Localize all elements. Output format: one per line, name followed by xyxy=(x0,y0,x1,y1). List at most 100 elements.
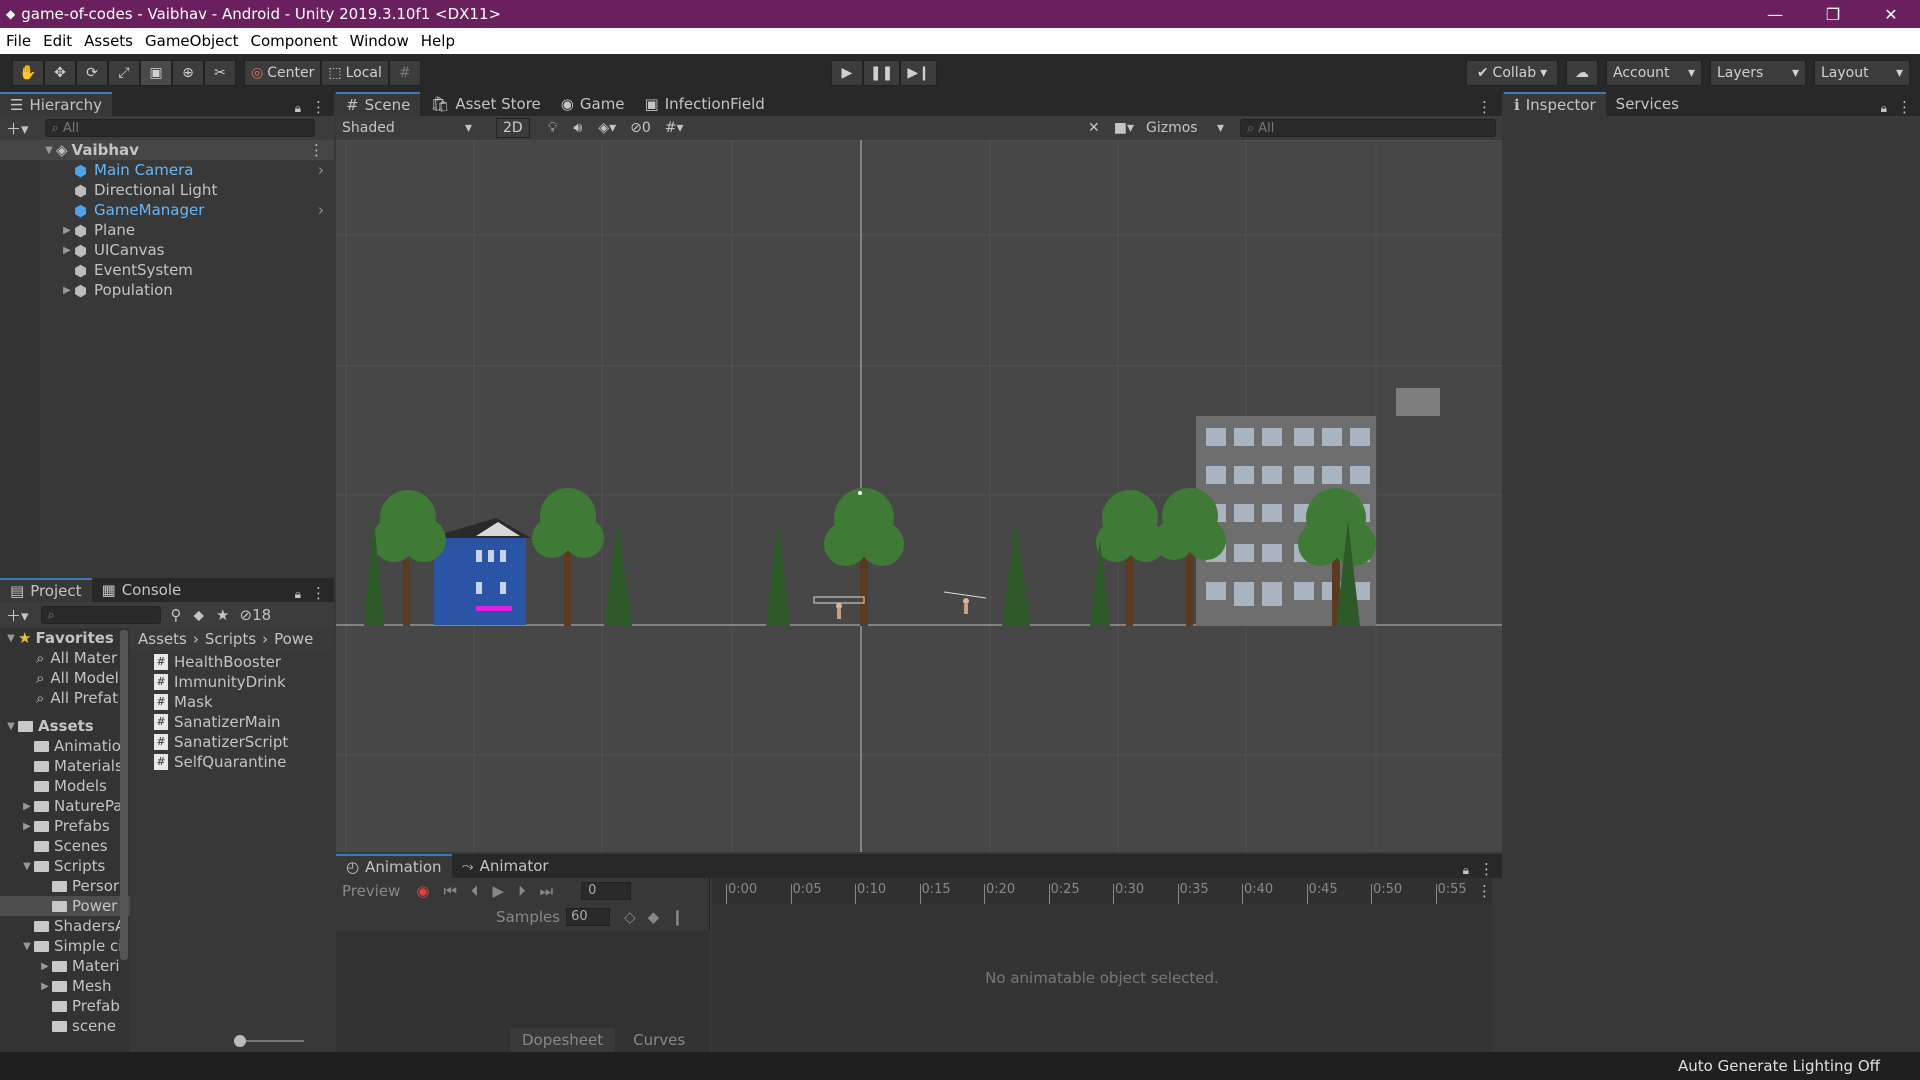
folder-item[interactable]: ▶ Mesh xyxy=(0,976,130,996)
tab-asset-store[interactable]: 🛍︎ Asset Store xyxy=(420,92,550,116)
gizmos-dropdown[interactable]: Gizmos ▾ xyxy=(1146,120,1230,136)
scene-search-input[interactable]: ⌕ All xyxy=(1240,119,1496,137)
folder-item[interactable]: ▼ Simple ci xyxy=(0,936,130,956)
close-button[interactable]: ✕ xyxy=(1862,0,1920,28)
folder-item[interactable]: ▶ NaturePa xyxy=(0,796,130,816)
preview-button[interactable]: Preview xyxy=(342,882,400,900)
favorite-item[interactable]: ⌕ All Mater xyxy=(0,648,130,668)
tools-icon[interactable]: ✕ xyxy=(1088,120,1100,136)
folder-item[interactable]: Materials xyxy=(0,756,130,776)
script-file-item[interactable]: # HealthBooster xyxy=(130,652,334,672)
scene-root[interactable]: ▼ ◈ Vaibhav ⋮ xyxy=(0,140,334,160)
scene-menu-icon[interactable]: ⋮ xyxy=(309,141,324,159)
create-add-icon[interactable]: ＋▾ xyxy=(6,118,29,139)
panel-menu-icon[interactable]: ⋮ xyxy=(311,584,326,602)
favorite-star-icon[interactable]: ★ xyxy=(216,606,229,624)
hierarchy-item[interactable]: ⬢ Main Camera › xyxy=(0,160,334,180)
zoom-slider-thumb[interactable] xyxy=(234,1035,246,1047)
tab-console[interactable]: ▦ Console xyxy=(92,578,192,602)
folder-scrollbar[interactable] xyxy=(120,630,128,960)
folder-item[interactable]: ▼ Scripts xyxy=(0,856,130,876)
shading-mode-dropdown[interactable]: Shaded ▾ xyxy=(336,120,480,136)
script-file-item[interactable]: # ImmunityDrink xyxy=(130,672,334,692)
folder-item[interactable]: Persor xyxy=(0,876,130,896)
expand-arrow-icon[interactable]: ▶ xyxy=(60,225,74,236)
hierarchy-search-input[interactable]: ⌕ All xyxy=(44,119,315,137)
hierarchy-item[interactable]: ▶ ⬢ UICanvas xyxy=(0,240,334,260)
collab-button[interactable]: ✔ Collab ▾ xyxy=(1466,60,1558,86)
samples-input[interactable]: 60 xyxy=(566,908,611,926)
pivot-local-button[interactable]: ⬚ Local xyxy=(321,60,389,86)
chevron-right-icon[interactable]: › xyxy=(318,201,324,219)
toggle-2d-button[interactable]: 2D xyxy=(496,118,530,138)
play-anim-icon[interactable]: ▶ xyxy=(493,882,505,900)
menu-edit[interactable]: Edit xyxy=(37,32,78,50)
lighting-status[interactable]: Auto Generate Lighting Off xyxy=(1678,1057,1880,1075)
breadcrumb-power[interactable]: Powe xyxy=(274,630,313,648)
script-file-item[interactable]: # SelfQuarantine xyxy=(130,752,334,772)
panel-menu-icon[interactable]: ⋮ xyxy=(1477,98,1492,116)
next-key-icon[interactable]: ⏵ xyxy=(518,882,526,900)
project-search-input[interactable]: ⌕ xyxy=(40,606,161,624)
tab-hierarchy[interactable]: ☰ Hierarchy xyxy=(0,92,112,116)
transform-tool-icon[interactable]: ⊕ xyxy=(172,60,204,86)
folder-item[interactable]: Prefab xyxy=(0,996,130,1016)
hierarchy-item[interactable]: ▶ ⬢ Plane xyxy=(0,220,334,240)
script-file-item[interactable]: # SanatizerMain xyxy=(130,712,334,732)
tab-inspector[interactable]: ℹ Inspector xyxy=(1504,92,1606,116)
keyframe-icon[interactable]: ◇ xyxy=(624,908,636,926)
expand-arrow-icon[interactable]: ▶ xyxy=(20,801,34,812)
expand-arrow-icon[interactable]: ▼ xyxy=(20,861,34,872)
layout-dropdown[interactable]: Layout ▾ xyxy=(1814,60,1910,86)
folder-item[interactable]: ShadersA xyxy=(0,916,130,936)
favorite-item[interactable]: ⌕ All Model xyxy=(0,668,130,688)
tab-animation[interactable]: ◴ Animation xyxy=(336,854,452,878)
hierarchy-item[interactable]: ▶ ⬢ Population xyxy=(0,280,334,300)
hand-tool-icon[interactable]: ✋ xyxy=(12,60,44,86)
lighting-icon[interactable]: 💡︎ xyxy=(548,120,558,136)
account-dropdown[interactable]: Account ▾ xyxy=(1606,60,1702,86)
rotate-tool-icon[interactable]: ⟳ xyxy=(76,60,108,86)
tab-infection-field[interactable]: ▣ InfectionField xyxy=(635,92,775,116)
tab-project[interactable]: ▤ Project xyxy=(0,578,92,602)
timeline-ruler[interactable]: 0:00 0:05 0:10 0:15 0:20 0:25 0:30 0:35 0:40 0:45… xyxy=(712,878,1492,904)
hidden-packages-icon[interactable]: ⊘18 xyxy=(240,606,272,624)
camera-icon[interactable]: ■▾ xyxy=(1114,120,1134,136)
menu-assets[interactable]: Assets xyxy=(78,32,139,50)
frame-input[interactable]: 0 xyxy=(581,882,632,900)
scale-tool-icon[interactable]: ⤢ xyxy=(108,60,140,86)
favorites-header[interactable]: ▼ ★ Favorites xyxy=(0,628,130,648)
timeline-menu-icon[interactable]: ⋮ xyxy=(1477,882,1492,900)
folder-item[interactable]: Animatioi xyxy=(0,736,130,756)
custom-tool-icon[interactable]: ✂ xyxy=(204,60,236,86)
tab-services[interactable]: Services xyxy=(1606,92,1689,116)
audio-icon[interactable]: 🔊︎ xyxy=(574,120,583,136)
create-add-icon[interactable]: ＋▾ xyxy=(6,605,29,626)
lock-icon[interactable]: 🔒︎ xyxy=(295,587,301,602)
lock-icon[interactable]: 🔒︎ xyxy=(1881,101,1887,116)
add-event-icon[interactable]: ❙ xyxy=(671,908,684,926)
record-icon[interactable]: ◉ xyxy=(416,882,429,900)
folder-item[interactable]: scene xyxy=(0,1016,130,1036)
pause-button[interactable]: ❚❚ xyxy=(862,60,901,86)
hierarchy-item[interactable]: ⬢ EventSystem xyxy=(0,260,334,280)
minimize-button[interactable]: — xyxy=(1746,0,1804,28)
script-file-item[interactable]: # SanatizerScript xyxy=(130,732,334,752)
lock-icon[interactable]: 🔒︎ xyxy=(295,101,301,116)
breadcrumb-assets[interactable]: Assets xyxy=(138,630,187,648)
hidden-objects-icon[interactable]: ⊘0 xyxy=(630,120,651,136)
panel-menu-icon[interactable]: ⋮ xyxy=(1897,98,1912,116)
play-button[interactable]: ▶ xyxy=(830,60,863,86)
menu-gameobject[interactable]: GameObject xyxy=(139,32,245,50)
menu-help[interactable]: Help xyxy=(415,32,461,50)
pivot-center-button[interactable]: ◎ Center xyxy=(244,60,322,86)
grid-snap-icon[interactable]: # xyxy=(388,60,421,86)
filter-type-icon[interactable]: ⚲ xyxy=(171,606,182,624)
expand-arrow-icon[interactable]: ▶ xyxy=(60,285,74,296)
folder-item[interactable]: ▶ Prefabs xyxy=(0,816,130,836)
expand-arrow-icon[interactable]: ▶ xyxy=(38,961,52,972)
prev-key-icon[interactable]: ⏴ xyxy=(471,882,479,900)
folder-item[interactable]: Scenes xyxy=(0,836,130,856)
expand-arrow-icon[interactable]: ▶ xyxy=(60,245,74,256)
move-tool-icon[interactable]: ✥ xyxy=(44,60,76,86)
